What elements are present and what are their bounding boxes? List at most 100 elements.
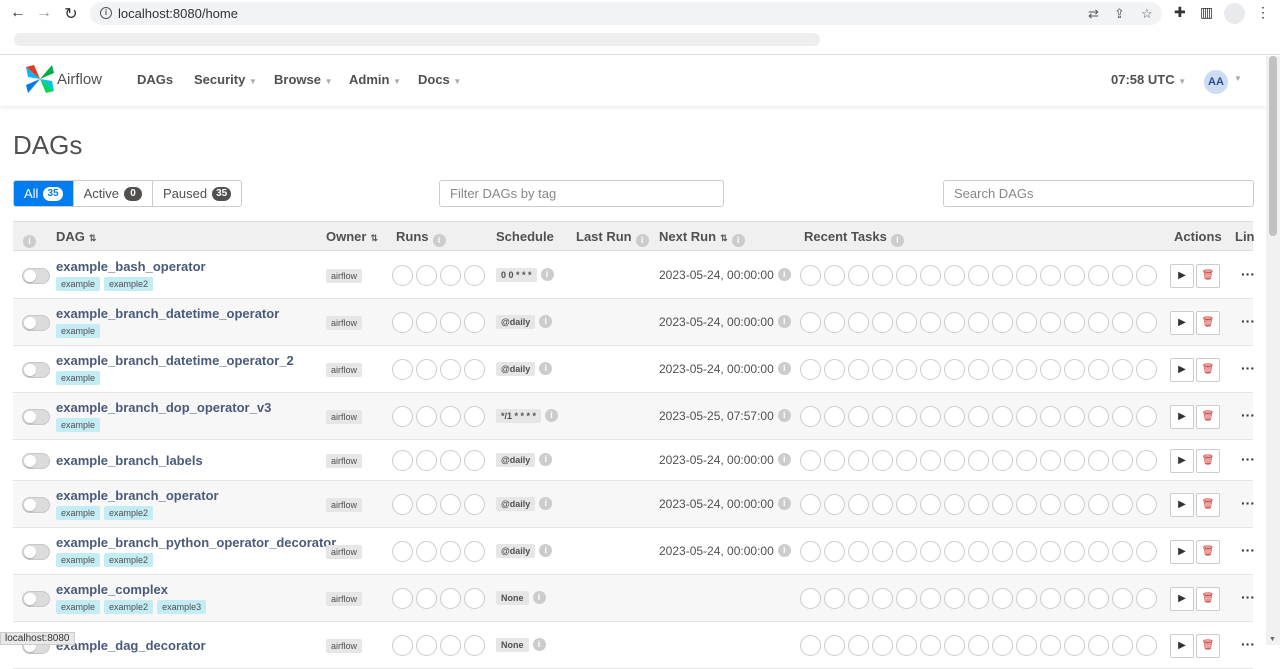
pause-toggle[interactable] xyxy=(22,267,50,284)
trigger-dag-button[interactable]: ▶ xyxy=(1170,633,1194,658)
task-status-circle[interactable] xyxy=(968,405,989,427)
task-status-circle[interactable] xyxy=(920,634,941,656)
task-status-circle[interactable] xyxy=(824,493,845,515)
run-status-circle[interactable] xyxy=(416,358,437,380)
schedule-badge[interactable]: @daily xyxy=(496,543,536,558)
task-status-circle[interactable] xyxy=(944,405,965,427)
task-status-circle[interactable] xyxy=(992,634,1013,656)
dag-link[interactable]: example_branch_datetime_operator xyxy=(56,306,279,321)
task-status-circle[interactable] xyxy=(1040,493,1061,515)
task-status-circle[interactable] xyxy=(1088,634,1109,656)
run-status-circle[interactable] xyxy=(392,493,413,515)
task-status-circle[interactable] xyxy=(1088,311,1109,333)
menu-browse[interactable]: Browse ▼ xyxy=(274,72,333,87)
more-links-icon[interactable]: ··· xyxy=(1241,542,1255,558)
task-status-circle[interactable] xyxy=(800,264,821,286)
info-icon[interactable]: i xyxy=(777,362,791,375)
run-status-circle[interactable] xyxy=(416,264,437,286)
owner-badge[interactable]: airflow xyxy=(326,453,363,468)
task-status-circle[interactable] xyxy=(824,540,845,562)
run-status-circle[interactable] xyxy=(392,540,413,562)
task-status-circle[interactable] xyxy=(896,311,917,333)
task-status-circle[interactable] xyxy=(992,493,1013,515)
run-status-circle[interactable] xyxy=(464,540,485,562)
task-status-circle[interactable] xyxy=(800,449,821,471)
task-status-circle[interactable] xyxy=(824,587,845,609)
owner-badge[interactable]: airflow xyxy=(326,268,363,283)
task-status-circle[interactable] xyxy=(1136,587,1157,609)
menu-dags[interactable]: DAGs xyxy=(137,72,173,87)
task-status-circle[interactable] xyxy=(968,587,989,609)
task-status-circle[interactable] xyxy=(1136,358,1157,380)
task-status-circle[interactable] xyxy=(800,311,821,333)
task-status-circle[interactable] xyxy=(896,493,917,515)
dag-tag[interactable]: example xyxy=(56,418,101,432)
task-status-circle[interactable] xyxy=(872,634,893,656)
task-status-circle[interactable] xyxy=(1016,493,1037,515)
task-status-circle[interactable] xyxy=(920,587,941,609)
task-status-circle[interactable] xyxy=(992,449,1013,471)
extensions-icon[interactable]: ✚ xyxy=(1174,4,1186,21)
run-status-circle[interactable] xyxy=(464,264,485,286)
task-status-circle[interactable] xyxy=(1040,634,1061,656)
run-status-circle[interactable] xyxy=(440,587,461,609)
forward-icon[interactable]: → xyxy=(34,4,54,22)
task-status-circle[interactable] xyxy=(968,493,989,515)
task-status-circle[interactable] xyxy=(968,264,989,286)
menu-docs[interactable]: Docs ▼ xyxy=(418,72,461,87)
task-status-circle[interactable] xyxy=(1064,634,1085,656)
task-status-circle[interactable] xyxy=(1112,405,1133,427)
owner-badge[interactable]: airflow xyxy=(326,362,363,377)
run-status-circle[interactable] xyxy=(392,358,413,380)
task-status-circle[interactable] xyxy=(1064,311,1085,333)
info-icon[interactable]: i xyxy=(777,453,791,466)
info-icon[interactable]: i xyxy=(539,362,553,375)
task-status-circle[interactable] xyxy=(848,358,869,380)
run-status-circle[interactable] xyxy=(416,449,437,471)
dag-tag[interactable]: example3 xyxy=(157,600,207,614)
run-status-circle[interactable] xyxy=(440,264,461,286)
task-status-circle[interactable] xyxy=(1088,587,1109,609)
reload-icon[interactable]: ↻ xyxy=(61,4,81,24)
info-icon[interactable]: i xyxy=(540,268,554,281)
column-owner[interactable]: Owner ⇅ xyxy=(326,229,378,244)
schedule-badge[interactable]: @daily xyxy=(496,452,536,467)
task-status-circle[interactable] xyxy=(992,311,1013,333)
task-status-circle[interactable] xyxy=(944,587,965,609)
info-icon[interactable]: i xyxy=(539,544,553,557)
task-status-circle[interactable] xyxy=(1016,587,1037,609)
run-status-circle[interactable] xyxy=(440,540,461,562)
trigger-dag-button[interactable]: ▶ xyxy=(1170,492,1194,517)
delete-dag-button[interactable]: 🗑 xyxy=(1196,310,1220,335)
trigger-dag-button[interactable]: ▶ xyxy=(1170,263,1194,288)
bookmark-star-icon[interactable]: ☆ xyxy=(1141,6,1153,22)
chevron-down-icon[interactable]: ▼ xyxy=(1234,74,1242,83)
task-status-circle[interactable] xyxy=(800,634,821,656)
browser-profile-icon[interactable] xyxy=(1224,3,1245,24)
back-icon[interactable]: ← xyxy=(8,4,28,22)
dag-tag[interactable]: example2 xyxy=(104,277,154,291)
task-status-circle[interactable] xyxy=(1088,493,1109,515)
task-status-circle[interactable] xyxy=(1136,449,1157,471)
task-status-circle[interactable] xyxy=(824,634,845,656)
task-status-circle[interactable] xyxy=(1088,449,1109,471)
info-icon[interactable]: i xyxy=(777,409,791,422)
browser-menu-icon[interactable]: ⋮ xyxy=(1256,4,1270,21)
dag-link[interactable]: example_complex xyxy=(56,582,168,597)
more-links-icon[interactable]: ··· xyxy=(1241,636,1255,652)
task-status-circle[interactable] xyxy=(1016,311,1037,333)
task-status-circle[interactable] xyxy=(800,358,821,380)
dag-link[interactable]: example_bash_operator xyxy=(56,259,206,274)
task-status-circle[interactable] xyxy=(1040,358,1061,380)
page-scrollbar[interactable]: ▼ xyxy=(1266,56,1280,645)
column-dag[interactable]: DAG ⇅ xyxy=(56,229,96,244)
more-links-icon[interactable]: ··· xyxy=(1241,495,1255,511)
task-status-circle[interactable] xyxy=(848,449,869,471)
task-status-circle[interactable] xyxy=(1040,449,1061,471)
info-icon[interactable]: i xyxy=(777,315,791,328)
more-links-icon[interactable]: ··· xyxy=(1241,451,1255,467)
owner-badge[interactable]: airflow xyxy=(326,544,363,559)
pause-toggle[interactable] xyxy=(22,452,50,469)
task-status-circle[interactable] xyxy=(824,358,845,380)
owner-badge[interactable]: airflow xyxy=(326,591,363,606)
